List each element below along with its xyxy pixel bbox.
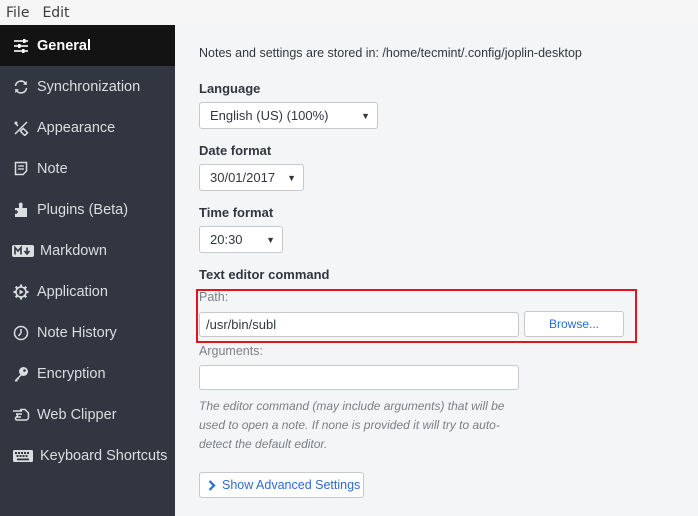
settings-content: Notes and settings are stored in: /home/… — [175, 25, 698, 516]
sidebar-item-label: Synchronization — [37, 78, 141, 95]
date-format-value: 30/01/2017 — [210, 170, 276, 185]
paint-tools-icon — [12, 119, 30, 137]
text-editor-command-label: Text editor command — [199, 267, 330, 282]
sidebar-item-application[interactable]: Application — [0, 271, 175, 312]
puzzle-icon — [12, 201, 30, 219]
chevron-right-icon — [208, 479, 216, 491]
path-input-value: /usr/bin/subl — [206, 317, 277, 332]
time-format-select[interactable]: 20:30 ▼ — [199, 226, 283, 253]
settings-sidebar: General Synchronization Appearance Note … — [0, 25, 175, 516]
sidebar-item-note-history[interactable]: Note History — [0, 312, 175, 353]
date-format-select[interactable]: 30/01/2017 ▼ — [199, 164, 304, 191]
keyboard-icon — [12, 447, 34, 465]
menu-bar: File Edit — [0, 0, 698, 25]
menu-edit[interactable]: Edit — [42, 5, 69, 21]
browse-button[interactable]: Browse... — [524, 311, 624, 337]
chevron-down-icon: ▼ — [361, 111, 370, 121]
sidebar-item-label: Keyboard Shortcuts — [40, 447, 168, 464]
sidebar-item-note[interactable]: Note — [0, 148, 175, 189]
sidebar-item-plugins[interactable]: Plugins (Beta) — [0, 189, 175, 230]
sidebar-item-appearance[interactable]: Appearance — [0, 107, 175, 148]
sync-icon — [12, 78, 30, 96]
hand-pointer-icon — [12, 406, 30, 424]
arguments-label: Arguments: — [199, 344, 263, 358]
text-editor-help-text: The editor command (may include argument… — [199, 399, 505, 451]
sidebar-item-synchronization[interactable]: Synchronization — [0, 66, 175, 107]
path-label: Path: — [199, 290, 229, 304]
sidebar-item-encryption[interactable]: Encryption — [0, 353, 175, 394]
arguments-input[interactable] — [199, 365, 519, 390]
language-select[interactable]: English (US) (100%) ▼ — [199, 102, 378, 129]
chevron-down-icon: ▼ — [266, 235, 275, 245]
chevron-down-icon: ▼ — [287, 173, 296, 183]
sidebar-item-web-clipper[interactable]: Web Clipper — [0, 394, 175, 435]
note-icon — [12, 160, 30, 178]
path-input[interactable]: /usr/bin/subl — [199, 312, 519, 337]
sidebar-item-label: Note History — [37, 324, 117, 341]
show-advanced-settings-label: Show Advanced Settings — [222, 478, 361, 492]
language-label: Language — [199, 81, 261, 96]
date-format-label: Date format — [199, 143, 272, 158]
sidebar-item-markdown[interactable]: Markdown — [0, 230, 175, 271]
key-icon — [12, 365, 30, 383]
menu-file[interactable]: File — [6, 5, 29, 21]
gear-icon — [12, 283, 30, 301]
clock-icon — [12, 324, 30, 342]
sidebar-item-label: Plugins (Beta) — [37, 201, 129, 218]
language-value: English (US) (100%) — [210, 108, 329, 123]
sidebar-item-label: Appearance — [37, 119, 116, 136]
show-advanced-settings-button[interactable]: Show Advanced Settings — [199, 472, 364, 498]
sidebar-item-keyboard-shortcuts[interactable]: Keyboard Shortcuts — [0, 435, 175, 476]
sidebar-item-label: Markdown — [40, 242, 107, 259]
time-format-label: Time format — [199, 205, 274, 220]
sidebar-item-general[interactable]: General — [0, 25, 175, 66]
time-format-value: 20:30 — [210, 232, 243, 247]
markdown-icon — [12, 242, 34, 260]
sliders-icon — [12, 37, 30, 55]
sidebar-item-label: General — [37, 37, 91, 54]
sidebar-item-label: Note — [37, 160, 68, 177]
storage-location-note: Notes and settings are stored in: /home/… — [199, 46, 582, 60]
sidebar-item-label: Web Clipper — [37, 406, 117, 423]
sidebar-item-label: Application — [37, 283, 108, 300]
sidebar-item-label: Encryption — [37, 365, 106, 382]
